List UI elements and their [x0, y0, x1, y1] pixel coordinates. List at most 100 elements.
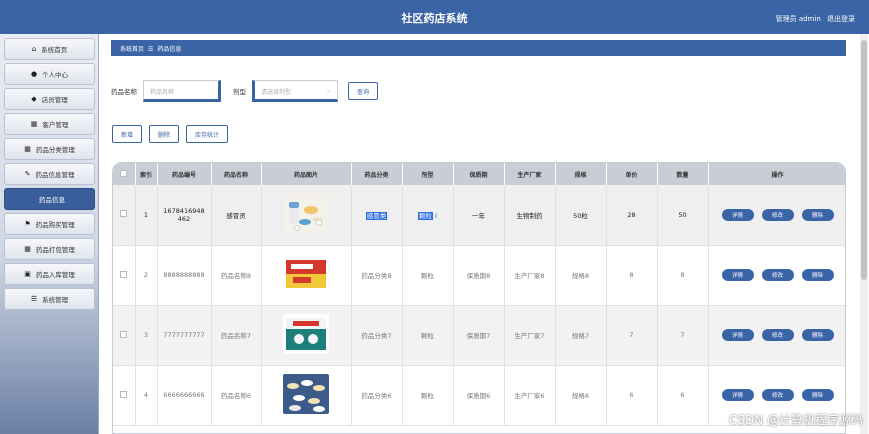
add-button[interactable]: 新增	[112, 125, 143, 143]
sidebar-item-packing[interactable]: ▦ 药品打包管理	[4, 238, 95, 260]
vertical-scrollbar[interactable]	[860, 34, 868, 434]
user-area: 管理员 admin 退出登录	[772, 14, 855, 24]
sidebar-item-purchase[interactable]: ⚑ 药品购买管理	[4, 213, 95, 235]
drug-form: 颗粒	[402, 365, 454, 426]
row-operations: 详情 修改 删除	[708, 185, 845, 246]
detail-button[interactable]: 详情	[721, 329, 754, 341]
scrollbar-thumb[interactable]	[861, 40, 867, 280]
edit-button[interactable]: 修改	[761, 329, 794, 341]
detail-button[interactable]: 详情	[721, 208, 754, 221]
row-checkbox[interactable]	[113, 185, 136, 246]
row-operations: 详情 修改 删除	[708, 305, 845, 366]
drug-name: 药品名称7	[211, 305, 262, 366]
drug-image	[261, 305, 352, 366]
column-header[interactable]: 生产厂家	[504, 163, 556, 185]
delete-button[interactable]: 删除	[801, 329, 834, 341]
drug-shelf-life: 保质期8	[453, 245, 505, 306]
sidebar-item-customer[interactable]: ▦ 客户管理	[4, 113, 95, 135]
sidebar-item-drug-info[interactable]: 药品信息	[4, 188, 95, 210]
edit-icon: ✎	[24, 170, 31, 178]
query-button[interactable]: 查询	[348, 82, 379, 100]
row-index: 1	[135, 185, 158, 246]
logout-link[interactable]: 退出登录	[827, 15, 855, 23]
grid-icon: ▦	[24, 145, 31, 153]
stock-stats-button[interactable]: 库存统计	[186, 125, 229, 143]
sidebar-item-label: 药品分类管理	[35, 146, 75, 154]
row-checkbox[interactable]	[113, 245, 136, 306]
drug-price: 6	[606, 365, 658, 426]
sidebar-item-category[interactable]: ▦ 药品分类管理	[4, 138, 95, 160]
pin-icon: ◆	[31, 95, 37, 103]
edit-button[interactable]: 修改	[761, 269, 794, 281]
column-header[interactable]: 药品分类	[351, 163, 403, 185]
column-header[interactable]: 药品名称	[211, 163, 262, 185]
drug-qty: 7	[657, 305, 709, 366]
form-select[interactable]: 请选择剂型 ⌄	[252, 80, 338, 102]
chevron-down-icon: ⌄	[325, 87, 331, 94]
breadcrumb-home[interactable]: 系统首页	[120, 46, 144, 53]
drug-qty: 50	[657, 185, 709, 246]
drug-spec: 规格7	[555, 305, 607, 366]
row-checkbox[interactable]	[113, 305, 136, 366]
row-index: 3	[135, 305, 158, 366]
table-row[interactable]: 2 8888888888 药品名称8 药品分类8 颗粒 保质期8 生产厂家8 规…	[113, 245, 845, 306]
sidebar-item-stock-in[interactable]: ▣ 药品入库管理	[4, 263, 95, 285]
delete-button[interactable]: 删除	[801, 208, 834, 221]
sidebar: ⌂ 系统首页 ● 个人中心 ◆ 店员管理 ▦ 客户管理 ▦ 药品分类管理 ✎ 药品信息管理 …	[0, 34, 99, 434]
drug-name: 药品名称6	[211, 365, 262, 426]
sidebar-item-system[interactable]: ☰ 系统管理	[4, 288, 95, 310]
table-header-row: 索引 药品编号 药品名称 药品图片 药品分类 剂型 保质期 生产厂家 规格 单价…	[113, 163, 845, 185]
drug-shelf-life: 一年	[453, 185, 505, 246]
edit-button[interactable]: 修改	[761, 208, 794, 221]
drug-maker: 生产厂家7	[504, 305, 556, 366]
column-header[interactable]: 规格	[555, 163, 607, 185]
watermark: CSDN @计算机程序源码	[728, 413, 863, 427]
column-header: 索引	[135, 163, 158, 185]
table-row[interactable]: 1 1678416948462 感冒灵 感冒类 颗粒 I 一年 生物制药 50粒…	[113, 185, 845, 246]
drug-shelf-life: 保质期6	[453, 365, 505, 426]
column-header[interactable]: 保质期	[453, 163, 505, 185]
drug-image	[261, 365, 352, 426]
batch-delete-button[interactable]: 删除	[149, 125, 180, 143]
search-bar: 药品名称 药品名称 剂型 请选择剂型 ⌄ 查询	[111, 78, 379, 104]
menu-icon: ☰	[30, 295, 38, 303]
drug-form: 颗粒	[402, 305, 454, 366]
box-icon: ▣	[24, 270, 31, 278]
sidebar-item-label: 药品信息	[39, 196, 65, 204]
edit-button[interactable]: 修改	[761, 389, 794, 401]
column-header[interactable]: 数量	[657, 163, 709, 185]
column-header: 操作	[708, 163, 845, 185]
form-select-placeholder: 请选择剂型	[261, 89, 292, 96]
select-all-checkbox[interactable]	[113, 163, 136, 185]
breadcrumb-separator-icon: ☰	[148, 46, 154, 53]
column-header[interactable]: 药品编号	[157, 163, 212, 185]
sidebar-item-home[interactable]: ⌂ 系统首页	[4, 38, 95, 60]
sidebar-item-label: 药品打包管理	[35, 246, 75, 254]
delete-button[interactable]: 删除	[801, 269, 834, 281]
sidebar-item-clerk[interactable]: ◆ 店员管理	[4, 88, 95, 110]
detail-button[interactable]: 详情	[721, 389, 754, 401]
drug-category: 感冒类	[351, 185, 403, 246]
delete-button[interactable]: 删除	[801, 389, 834, 401]
sidebar-item-profile[interactable]: ● 个人中心	[4, 63, 95, 85]
sidebar-item-label: 系统管理	[42, 296, 69, 304]
table-row[interactable]: 3 7777777777 药品名称7 药品分类7 颗粒 保质期7 生产厂家7 规…	[113, 305, 845, 366]
column-header[interactable]: 剂型	[402, 163, 454, 185]
drug-code: 1678416948462	[157, 185, 212, 246]
row-checkbox[interactable]	[113, 365, 136, 426]
row-index: 4	[135, 365, 158, 426]
text-cursor-icon: I	[435, 211, 437, 220]
action-bar: 新增 删除 库存统计	[112, 125, 229, 143]
column-header[interactable]: 单价	[606, 163, 658, 185]
drug-form: 颗粒 I	[402, 185, 454, 246]
sidebar-item-drug-info-mgmt[interactable]: ✎ 药品信息管理	[4, 163, 95, 185]
sidebar-item-label: 药品购买管理	[35, 221, 75, 229]
home-icon: ⌂	[31, 45, 37, 53]
detail-button[interactable]: 详情	[721, 269, 754, 281]
drug-name-input[interactable]: 药品名称	[143, 80, 221, 102]
drug-table: 索引 药品编号 药品名称 药品图片 药品分类 剂型 保质期 生产厂家 规格 单价…	[112, 162, 846, 434]
grid-icon: ▦	[30, 120, 38, 128]
flag-icon: ⚑	[24, 220, 31, 228]
drug-price: 7	[606, 305, 658, 366]
drug-category: 药品分类7	[351, 305, 403, 366]
